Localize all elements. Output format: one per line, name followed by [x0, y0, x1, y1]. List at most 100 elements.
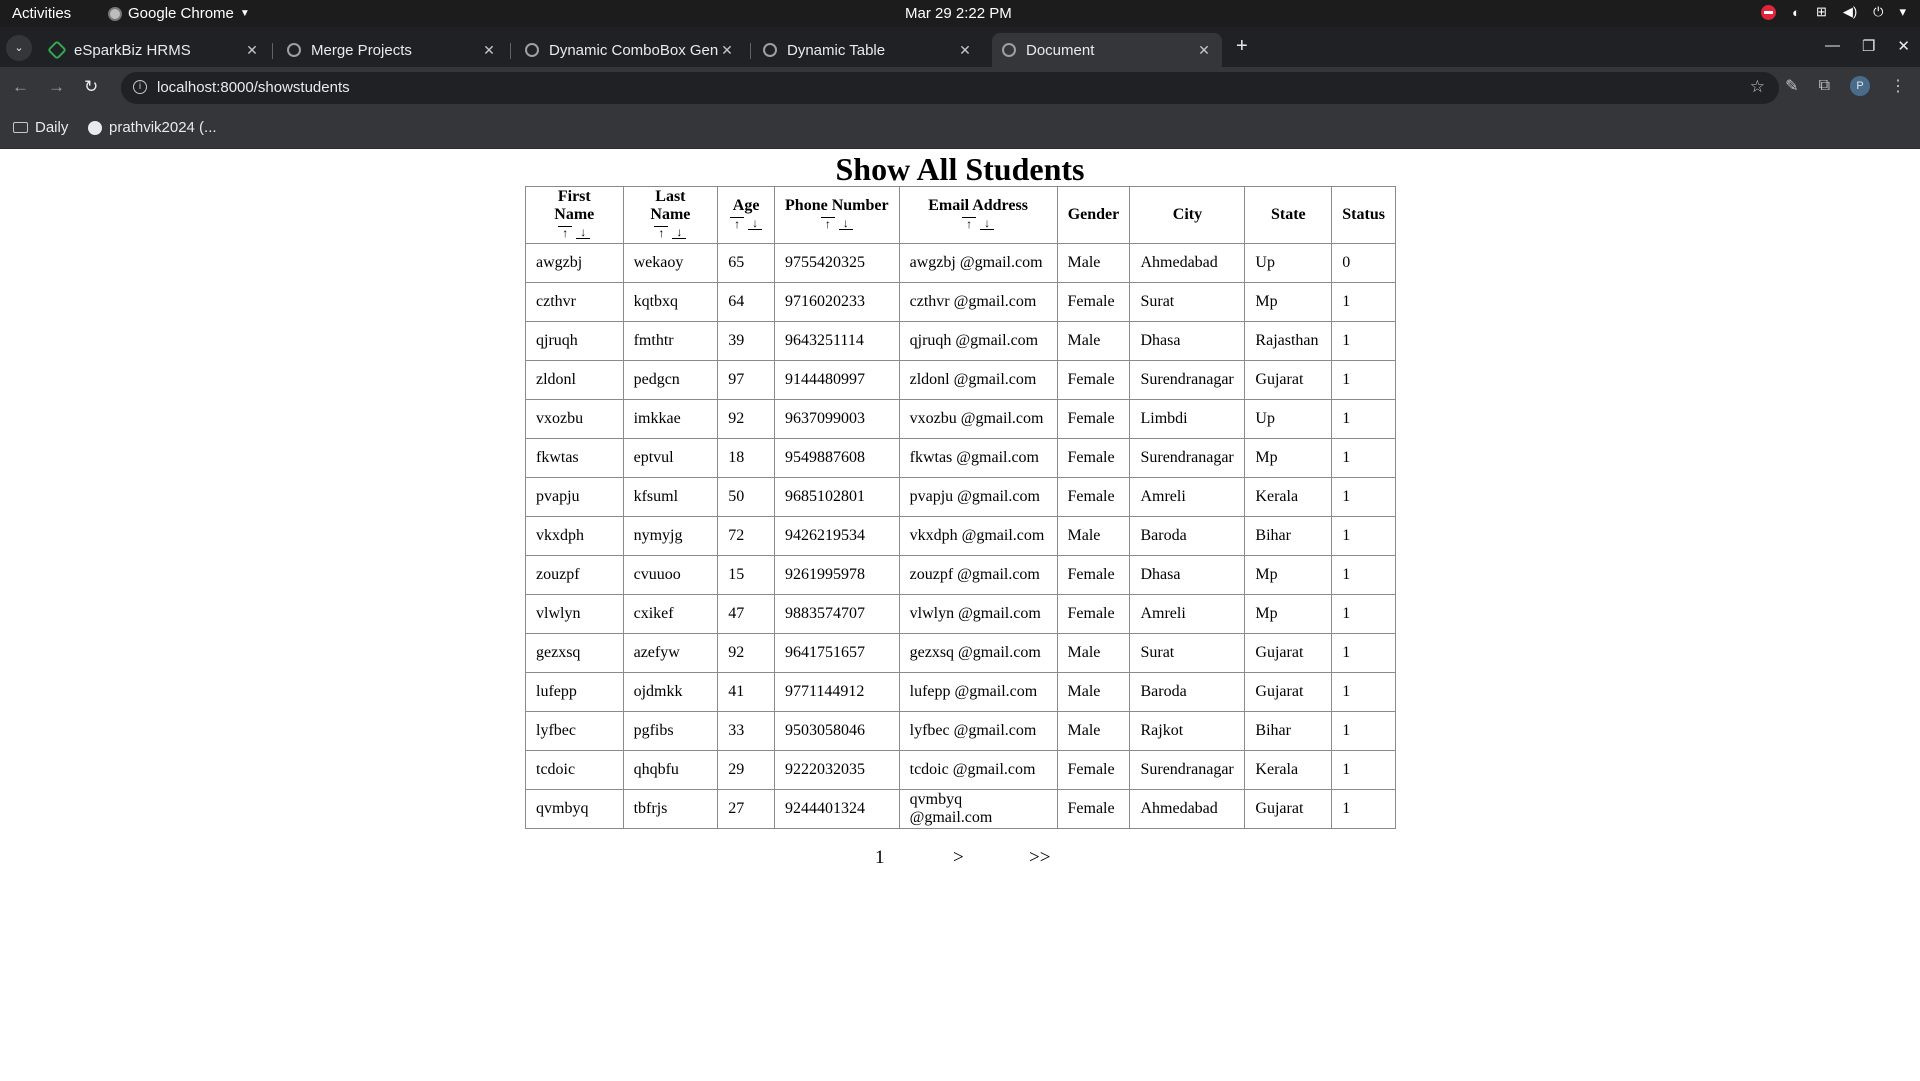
minimize-icon[interactable]: —	[1825, 37, 1840, 55]
cell-first-name: czthvr	[525, 282, 624, 322]
clock[interactable]: Mar 29 2:22 PM	[905, 5, 1012, 22]
sort-asc-icon[interactable]: ↑	[962, 217, 977, 230]
next-page-button[interactable]: >	[953, 847, 964, 869]
cell-email-address: vxozbu @gmail.com	[898, 399, 1058, 439]
bookmark-prathvik[interactable]: prathvik2024 (...	[88, 119, 217, 136]
cell-email-address: tcdoic @gmail.com	[898, 750, 1058, 790]
sort-asc-icon[interactable]: ↑	[558, 226, 573, 239]
cell-age: 65	[717, 243, 775, 283]
cell-city: Ahmedabad	[1129, 243, 1246, 283]
cell-gender: Female	[1056, 438, 1131, 478]
cell-phone-number: 9883574707	[774, 594, 900, 634]
page-number-current[interactable]: 1	[875, 847, 885, 869]
address-bar[interactable]: i localhost:8000/showstudents ☆	[121, 72, 1779, 104]
tab-dynamic-combobox[interactable]: Dynamic ComboBox Gen ✕	[515, 33, 745, 67]
restore-icon[interactable]: ❐	[1862, 37, 1875, 55]
page-content: Show All Students First Name ↑ ↓ Last Na…	[0, 149, 1920, 1081]
cell-status: 1	[1331, 633, 1396, 673]
sort-asc-icon[interactable]: ↑	[654, 226, 669, 239]
globe-icon	[525, 43, 539, 57]
night-light-icon[interactable]: ◐	[1792, 5, 1800, 20]
table-row: czthvr kqtbxq 64 9716020233 czthvr @gmail.co…	[525, 282, 1396, 322]
close-tab-icon[interactable]: ✕	[481, 42, 497, 59]
profile-avatar[interactable]: P	[1850, 76, 1870, 96]
tab-merge-projects[interactable]: Merge Projects ✕	[277, 33, 507, 67]
activities-button[interactable]: Activities	[12, 5, 71, 22]
cell-phone-number: 9261995978	[774, 555, 900, 595]
cell-phone-number: 9641751657	[774, 633, 900, 673]
sort-desc-icon[interactable]: ↓	[838, 217, 853, 230]
do-not-disturb-icon[interactable]	[1761, 4, 1777, 20]
cell-gender: Male	[1056, 243, 1131, 283]
cell-age: 97	[717, 360, 775, 400]
cell-gender: Female	[1056, 789, 1131, 829]
bookmark-daily[interactable]: Daily	[13, 119, 68, 136]
close-tab-icon[interactable]: ✕	[244, 42, 260, 59]
cell-gender: Male	[1056, 321, 1131, 361]
cell-phone-number: 9685102801	[774, 477, 900, 517]
tab-esparkbiz-hrms[interactable]: eSparkBiz HRMS ✕	[40, 33, 270, 67]
back-arrow-icon[interactable]: ←	[12, 77, 29, 97]
bookmark-star-icon[interactable]: ☆	[1750, 77, 1765, 97]
sort-asc-icon[interactable]: ↑	[820, 217, 835, 230]
tab-search-button[interactable]: ⌄	[6, 35, 32, 61]
cell-last-name: kqtbxq	[622, 282, 719, 322]
cell-status: 1	[1331, 555, 1396, 595]
forward-arrow-icon[interactable]: →	[48, 77, 65, 97]
volume-icon[interactable]: ◀)	[1843, 4, 1857, 20]
cell-last-name: eptvul	[622, 438, 719, 478]
url-text[interactable]: localhost:8000/showstudents	[157, 79, 350, 96]
sort-desc-icon[interactable]: ↓	[672, 226, 687, 239]
site-info-icon[interactable]: i	[133, 80, 147, 94]
system-tray[interactable]: ◐ ⊞ ◀) ⏻ ▾	[1761, 4, 1906, 20]
close-tab-icon[interactable]: ✕	[1196, 42, 1212, 59]
new-tab-button[interactable]: +	[1236, 35, 1248, 58]
power-icon[interactable]: ⏻	[1873, 4, 1883, 20]
app-menu-label: Google Chrome	[128, 5, 234, 22]
reload-icon[interactable]: ↻	[84, 77, 98, 97]
tab-dynamic-table[interactable]: Dynamic Table ✕	[753, 33, 983, 67]
table-row: zldonl pedgcn 97 9144480997 zldonl @gmail.co…	[525, 360, 1396, 400]
cell-status: 1	[1331, 321, 1396, 361]
cell-state: Kerala	[1244, 750, 1333, 790]
cell-email-address: pvapju @gmail.com	[898, 477, 1058, 517]
pen-icon[interactable]: ✎	[1785, 76, 1798, 96]
cell-status: 1	[1331, 516, 1396, 556]
header-email-address: Email Address ↑ ↓	[898, 186, 1058, 244]
cell-gender: Male	[1056, 516, 1131, 556]
sort-desc-icon[interactable]: ↓	[748, 217, 763, 230]
tab-separator	[510, 43, 511, 59]
cell-city: Baroda	[1129, 516, 1246, 556]
more-menu-icon[interactable]: ⋮	[1890, 76, 1906, 96]
cell-status: 1	[1331, 594, 1396, 634]
cell-city: Dhasa	[1129, 555, 1246, 595]
cell-state: Kerala	[1244, 477, 1333, 517]
table-row: fkwtas eptvul 18 9549887608 fkwtas @gmail.co…	[525, 438, 1396, 478]
sort-desc-icon[interactable]: ↓	[576, 226, 591, 239]
cell-gender: Female	[1056, 399, 1131, 439]
cell-gender: Female	[1056, 282, 1131, 322]
table-row: vkxdph nymyjg 72 9426219534 vkxdph @gmail.co…	[525, 516, 1396, 556]
bookmark-label: Daily	[35, 119, 69, 136]
cell-status: 0	[1331, 243, 1396, 283]
close-window-icon[interactable]: ✕	[1897, 37, 1910, 55]
cell-age: 47	[717, 594, 775, 634]
network-icon[interactable]: ⊞	[1816, 4, 1827, 20]
folder-icon	[13, 122, 28, 133]
cell-gender: Female	[1056, 555, 1131, 595]
close-tab-icon[interactable]: ✕	[957, 42, 973, 59]
caret-down-icon: ▼	[239, 8, 250, 19]
cell-first-name: vkxdph	[525, 516, 624, 556]
extensions-puzzle-icon[interactable]: ⧉	[1819, 77, 1830, 95]
cell-phone-number: 9637099003	[774, 399, 900, 439]
caret-down-icon[interactable]: ▾	[1899, 4, 1906, 20]
app-menu[interactable]: Google Chrome ▼	[108, 5, 250, 22]
header-first-name: First Name ↑ ↓	[525, 186, 624, 244]
tab-document[interactable]: Document ✕	[992, 33, 1222, 67]
sort-desc-icon[interactable]: ↓	[980, 217, 995, 230]
last-page-button[interactable]: >>	[1029, 847, 1050, 869]
close-tab-icon[interactable]: ✕	[719, 42, 735, 59]
sort-asc-icon[interactable]: ↑	[730, 217, 745, 230]
cell-state: Mp	[1244, 555, 1333, 595]
cell-first-name: awgzbj	[525, 243, 624, 283]
